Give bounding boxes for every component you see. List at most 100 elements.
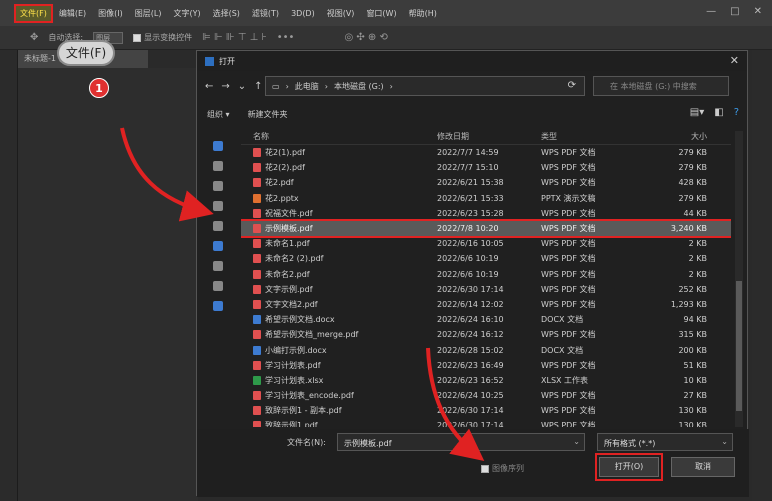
menu-item-4[interactable]: 文字(Y) bbox=[167, 8, 206, 19]
show-transform-controls[interactable]: 显示变换控件 bbox=[133, 32, 192, 43]
align-icons[interactable]: ⊫ ⊩ ⊪ ⊤ ⊥ ⊦ bbox=[202, 32, 267, 43]
pdf-file-icon bbox=[253, 299, 261, 309]
3d-mode-icons[interactable]: ◎ ✣ ⊕ ⟲ bbox=[344, 32, 387, 43]
file-name-cell: 致辞示例1 - 副本.pdf bbox=[241, 405, 437, 416]
file-row[interactable]: 学习计划表.pdf 2022/6/23 16:49 WPS PDF 文档 51 KB bbox=[241, 358, 731, 373]
col-name[interactable]: 名称 bbox=[241, 131, 437, 144]
file-row[interactable]: 致辞示例1.pdf 2022/6/30 17:14 WPS PDF 文档 130 KB bbox=[241, 418, 731, 427]
menu-item-5[interactable]: 选择(S) bbox=[207, 8, 246, 19]
file-name: 小编打示例.docx bbox=[265, 345, 327, 355]
new-folder-button[interactable]: 新建文件夹 bbox=[248, 109, 288, 120]
file-row[interactable]: 文字文档2.pdf 2022/6/14 12:02 WPS PDF 文档 1,293 … bbox=[241, 297, 731, 312]
folder-icon[interactable] bbox=[213, 201, 223, 211]
view-options-icon[interactable]: ▤▾ bbox=[690, 107, 704, 118]
maximize-button[interactable]: □ bbox=[730, 6, 739, 17]
file-row-selected[interactable]: 示例模板.pdf 2022/7/8 10:20 WPS PDF 文档 3,240 KB bbox=[241, 218, 731, 239]
help-icon[interactable]: ? bbox=[734, 107, 739, 118]
file-row[interactable]: 未命名2.pdf 2022/6/6 10:19 WPS PDF 文档 2 KB bbox=[241, 267, 731, 282]
drive-icon: ▭ bbox=[272, 81, 280, 91]
file-row[interactable]: 学习计划表.xlsx 2022/6/23 16:52 XLSX 工作表 10 KB bbox=[241, 373, 731, 388]
close-button[interactable]: ✕ bbox=[754, 6, 762, 17]
refresh-icon[interactable]: ⟳ bbox=[568, 80, 576, 91]
network-icon[interactable] bbox=[213, 301, 223, 311]
folder-icon[interactable] bbox=[213, 261, 223, 271]
step-1-badge: 1 bbox=[89, 78, 109, 98]
filetype-select[interactable]: 所有格式 (*.*) ⌄ bbox=[597, 433, 733, 451]
col-date[interactable]: 修改日期 bbox=[437, 131, 541, 144]
cancel-button[interactable]: 取消 bbox=[671, 457, 735, 477]
menu-item-0[interactable]: 文件(F) bbox=[14, 3, 53, 23]
cloud-icon[interactable] bbox=[213, 141, 223, 151]
chevron-down-icon[interactable]: ⌄ bbox=[573, 437, 580, 446]
xlsx-file-icon bbox=[253, 375, 261, 385]
file-size: 3,240 KB bbox=[670, 224, 707, 234]
scrollbar-thumb[interactable] bbox=[736, 281, 742, 411]
file-name-cell: 文字示例.pdf bbox=[241, 284, 437, 295]
file-row[interactable]: 希望示例文档.docx 2022/6/24 16:10 DOCX 文档 94 KB bbox=[241, 312, 731, 327]
menu-item-6[interactable]: 滤镜(T) bbox=[246, 8, 285, 19]
dialog-toolbar: 组织 ▾ 新建文件夹 ▤▾ ◧ ? bbox=[197, 103, 749, 125]
organize-button[interactable]: 组织 ▾ bbox=[207, 109, 230, 120]
window-controls: — □ ✕ bbox=[706, 6, 762, 17]
drive-icon[interactable] bbox=[213, 241, 223, 251]
menu-item-3[interactable]: 图层(L) bbox=[129, 8, 168, 19]
open-button[interactable]: 打开(O) bbox=[595, 453, 663, 481]
file-type: PPTX 演示文稿 bbox=[541, 193, 596, 203]
file-date: 2022/6/28 15:02 bbox=[437, 345, 504, 355]
file-row[interactable]: 花2(1).pdf 2022/7/7 14:59 WPS PDF 文档 279 KB bbox=[241, 145, 731, 160]
file-row[interactable]: 花2.pptx 2022/6/21 15:33 PPTX 演示文稿 279 KB bbox=[241, 191, 731, 206]
menu-item-9[interactable]: 窗口(W) bbox=[360, 8, 402, 19]
menu-item-7[interactable]: 3D(D) bbox=[285, 9, 321, 18]
file-list-scrollbar[interactable] bbox=[735, 131, 743, 427]
file-row[interactable]: 祝福文件.pdf 2022/6/23 15:28 WPS PDF 文档 44 KB bbox=[241, 206, 731, 221]
file-row[interactable]: 小编打示例.docx 2022/6/28 15:02 DOCX 文档 200 KB bbox=[241, 342, 731, 357]
col-type[interactable]: 类型 bbox=[541, 131, 633, 144]
image-sequence-checkbox[interactable]: 图像序列 bbox=[481, 463, 524, 474]
file-row[interactable]: 文字示例.pdf 2022/6/30 17:14 WPS PDF 文档 252 KB bbox=[241, 282, 731, 297]
menu-item-2[interactable]: 图像(I) bbox=[92, 8, 129, 19]
folder-icon[interactable] bbox=[213, 221, 223, 231]
folder-icon[interactable] bbox=[213, 181, 223, 191]
file-row[interactable]: 花2(2).pdf 2022/7/7 15:10 WPS PDF 文档 279 KB bbox=[241, 160, 731, 175]
up-arrow-icon[interactable]: ↑ bbox=[254, 81, 262, 92]
menu-item-10[interactable]: 帮助(H) bbox=[403, 8, 443, 19]
file-name: 文字文档2.pdf bbox=[265, 299, 318, 309]
file-size: 252 KB bbox=[678, 284, 707, 294]
file-row[interactable]: 致辞示例1 - 副本.pdf 2022/6/30 17:14 WPS PDF 文档 1… bbox=[241, 403, 731, 418]
checkbox-icon bbox=[481, 464, 489, 473]
more-icon[interactable]: ••• bbox=[277, 32, 295, 43]
file-size: 130 KB bbox=[678, 421, 707, 427]
breadcrumb-sep: › bbox=[285, 81, 289, 91]
file-row[interactable]: 未命名1.pdf 2022/6/16 10:05 WPS PDF 文档 2 KB bbox=[241, 236, 731, 251]
back-arrow-icon[interactable]: ← bbox=[205, 81, 213, 92]
file-row[interactable]: 希望示例文档_merge.pdf 2022/6/24 16:12 WPS PDF 文… bbox=[241, 327, 731, 342]
show-transform-label: 显示变换控件 bbox=[144, 33, 193, 42]
filename-input[interactable]: 示例模板.pdf ⌄ bbox=[337, 433, 585, 451]
menu-item-1[interactable]: 编辑(E) bbox=[53, 8, 92, 19]
breadcrumb-drive-g[interactable]: 本地磁盘 (G:) bbox=[334, 81, 384, 92]
search-input[interactable]: 在 本地磁盘 (G:) 中搜索 bbox=[593, 76, 729, 96]
dialog-close-icon[interactable]: ✕ bbox=[730, 54, 739, 67]
recent-chevron-icon[interactable]: ⌄ bbox=[238, 81, 246, 92]
address-bar[interactable]: ▭ › 此电脑 › 本地磁盘 (G:) › ⟳ bbox=[265, 76, 585, 96]
file-date: 2022/6/14 12:02 bbox=[437, 299, 504, 309]
chevron-down-icon[interactable]: ⌄ bbox=[721, 437, 728, 446]
folder-icon[interactable] bbox=[213, 161, 223, 171]
pdf-file-icon bbox=[253, 421, 261, 427]
file-date: 2022/6/30 17:14 bbox=[437, 421, 504, 427]
file-row[interactable]: 未命名2 (2).pdf 2022/6/6 10:19 WPS PDF 文档 2 KB bbox=[241, 251, 731, 266]
file-row[interactable]: 花2.pdf 2022/6/21 15:38 WPS PDF 文档 428 KB bbox=[241, 175, 731, 190]
dialog-title: 打开 bbox=[219, 56, 235, 66]
file-row[interactable]: 学习计划表_encode.pdf 2022/6/24 10:25 WPS PDF 文… bbox=[241, 388, 731, 403]
file-date: 2022/6/23 15:28 bbox=[437, 208, 504, 218]
file-size: 94 KB bbox=[683, 315, 707, 325]
preview-pane-icon[interactable]: ◧ bbox=[714, 107, 723, 118]
minimize-button[interactable]: — bbox=[706, 6, 716, 17]
forward-arrow-icon[interactable]: → bbox=[221, 81, 229, 92]
dialog-footer: 文件名(N): 示例模板.pdf ⌄ 所有格式 (*.*) ⌄ 图像序列 打开(… bbox=[197, 429, 749, 497]
folder-icon[interactable] bbox=[213, 281, 223, 291]
breadcrumb-this-pc[interactable]: 此电脑 bbox=[295, 81, 319, 92]
move-tool-icon[interactable]: ✥ bbox=[30, 32, 38, 43]
menu-item-8[interactable]: 视图(V) bbox=[321, 8, 361, 19]
col-size[interactable]: 大小 bbox=[633, 131, 713, 144]
